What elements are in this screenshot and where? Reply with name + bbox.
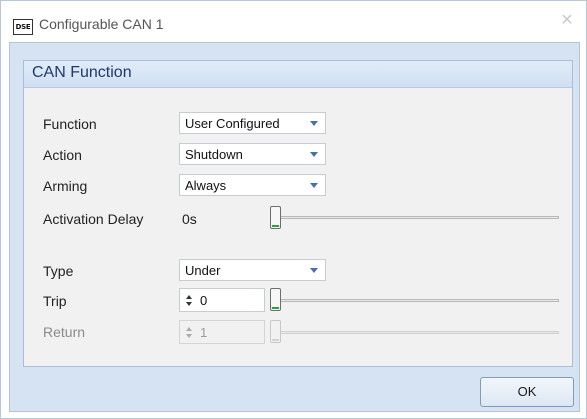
function-label: Function [43, 116, 97, 132]
trip-slider-thumb[interactable] [270, 288, 281, 311]
group-title: CAN Function [32, 64, 132, 81]
group-header: CAN Function [24, 61, 572, 88]
close-icon[interactable]: ✕ [558, 12, 576, 30]
action-dropdown[interactable]: Shutdown [179, 143, 326, 165]
dialog-window: DSE Configurable CAN 1 ✕ CAN Function Fu… [0, 0, 587, 419]
function-dropdown[interactable]: User Configured [179, 112, 326, 134]
activation-delay-value: 0s [182, 211, 197, 227]
spin-arrows-icon[interactable] [186, 292, 194, 308]
return-slider-thumb [270, 320, 281, 343]
function-value: User Configured [185, 116, 280, 131]
arming-value: Always [185, 178, 227, 193]
trip-label: Trip [43, 293, 67, 309]
ok-button[interactable]: OK [480, 377, 574, 407]
chevron-down-icon [310, 183, 318, 188]
return-label: Return [43, 324, 86, 340]
can-function-group: CAN Function Function User Configured Ac… [23, 60, 573, 367]
type-value: Under [185, 263, 221, 278]
trip-slider-track[interactable] [270, 299, 559, 302]
arming-dropdown[interactable]: Always [179, 174, 326, 196]
action-value: Shutdown [185, 147, 243, 162]
dse-logo-icon: DSE [13, 19, 33, 35]
spin-arrows-icon [186, 324, 194, 340]
dialog-body: CAN Function Function User Configured Ac… [9, 42, 580, 412]
arming-label: Arming [43, 178, 88, 194]
type-dropdown[interactable]: Under [179, 259, 326, 281]
activation-delay-label: Activation Delay [43, 211, 144, 227]
activation-delay-slider-thumb[interactable] [270, 206, 281, 229]
action-label: Action [43, 147, 82, 163]
chevron-down-icon [310, 152, 318, 157]
window-title: Configurable CAN 1 [39, 16, 164, 32]
return-spinner: 1 [179, 320, 265, 344]
activation-delay-slider-track[interactable] [270, 216, 559, 219]
chevron-down-icon [310, 121, 318, 126]
return-slider-track [270, 331, 559, 334]
return-value: 1 [200, 325, 208, 340]
type-label: Type [43, 263, 74, 279]
chevron-down-icon [310, 268, 318, 273]
title-bar: DSE Configurable CAN 1 ✕ [1, 1, 586, 41]
trip-spinner[interactable]: 0 [179, 288, 265, 312]
trip-value: 0 [200, 293, 208, 308]
